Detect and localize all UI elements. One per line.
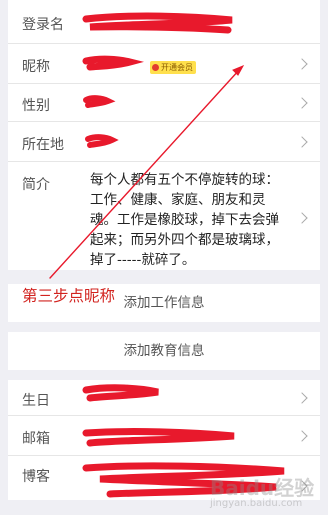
redaction-mark — [83, 95, 116, 108]
redaction-mark — [82, 12, 233, 34]
redaction-mark — [82, 384, 159, 402]
redaction-mark — [85, 134, 119, 148]
watermark-text: Baidu经验 — [210, 476, 315, 500]
annotation-arrow-head — [232, 65, 245, 76]
redaction-scribbles — [49, 12, 285, 498]
watermark-sub: jingyan.baidu.com — [210, 498, 303, 509]
redaction-mark — [82, 55, 131, 71]
annotation-arrow-line — [49, 68, 241, 279]
step-annotation: 第三步点昵称 — [22, 287, 116, 305]
redaction-mark — [82, 428, 235, 447]
baidu-watermark: Baidu经验 jingyan.baidu.com — [210, 472, 314, 509]
